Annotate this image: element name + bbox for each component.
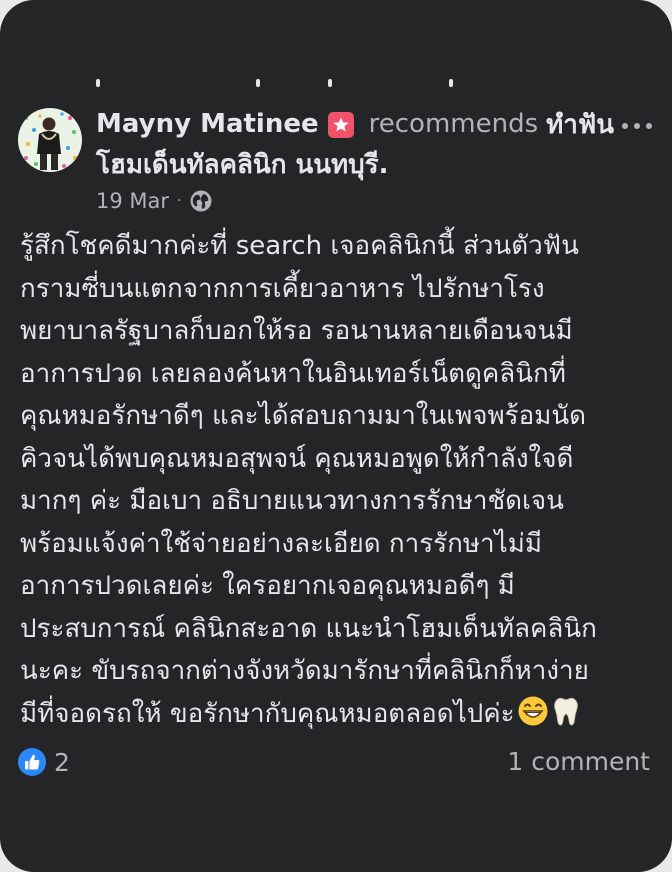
post-body-line-text: มีที่จอดรถให้ ขอรักษากับคุณหมอตลอดไปค่ะ: [20, 698, 515, 729]
post-meta: 19 Mar ·: [96, 186, 213, 216]
post-body-line: อาการปวด เลยลองค้นหาในอินเทอร์เน็ตดูคลิน…: [20, 353, 660, 396]
post-body-line: พร้อมแจ้งค่าใช้จ่ายอย่างละเอียด การรักษา…: [20, 523, 660, 566]
post-body-line-text: คุณหมอรักษาดีๆ และได้สอบถามมาในเพจพร้อมน…: [20, 401, 587, 431]
post-body-line-text: คิวจนได้พบคุณหมอสุพจน์ คุณหมอพูดให้กำลัง…: [20, 443, 574, 474]
star-badge-icon: [327, 112, 354, 138]
post-body-line: ประสบการณ์ คลินิกสะอาด แนะนำโฮมเด็นทัลคล…: [20, 608, 660, 651]
post-body-line-text: พยาบาลรัฐบาลก็บอกให้รอ รอนานหลายเดือนจนม…: [20, 316, 573, 346]
post-body-line: อาการปวดเลยค่ะ ใครอยากเจอคุณหมอดีๆ มี: [20, 565, 660, 608]
grinning-face-emoji: [517, 695, 549, 741]
post-body-line: พยาบาลรัฐบาลก็บอกให้รอ รอนานหลายเดือนจนม…: [20, 310, 660, 353]
post-body: รู้สึกโชคดีมากค่ะที่ search เจอคลินิกนี้…: [20, 225, 660, 735]
globe-icon[interactable]: [189, 189, 213, 213]
post-body-line: มีที่จอดรถให้ ขอรักษากับคุณหมอตลอดไปค่ะ: [20, 693, 660, 736]
post-body-line: รู้สึกโชคดีมากค่ะที่ search เจอคลินิกนี้…: [20, 225, 660, 268]
post-body-line-text: มากๆ ค่ะ มือเบา อธิบายแนวทางการรักษาชัดเ…: [20, 486, 564, 516]
action-text: recommends: [368, 109, 539, 139]
post-body-line-text: อาการปวดเลยค่ะ ใครอยากเจอคุณหมอดีๆ มี: [20, 571, 515, 601]
post-body-line-text: กรามซี่บนแตกจากการเคี้ยวอาหาร ไปรักษาโรง: [20, 273, 545, 304]
post-body-line: มากๆ ค่ะ มือเบา อธิบายแนวทางการรักษาชัดเ…: [20, 480, 660, 523]
reactions[interactable]: 2: [18, 745, 70, 779]
post-date[interactable]: 19 Mar: [96, 189, 169, 213]
author-name[interactable]: Mayny Matinee: [96, 109, 319, 139]
like-thumb-icon: [18, 748, 46, 776]
meta-separator: ·: [177, 193, 182, 209]
more-options-icon[interactable]: [622, 120, 652, 132]
post-card: Mayny Matinee recommends ทำฟัน โฮมเด็นทั…: [0, 0, 672, 872]
post-body-line-text: รู้สึกโชคดีมากค่ะที่ search เจอคลินิกนี้…: [20, 231, 579, 261]
post-body-line: กรามซี่บนแตกจากการเคี้ยวอาหาร ไปรักษาโรง: [20, 268, 660, 311]
post-body-line: นะคะ ขับรถจากต่างจังหวัดมารักษาที่คลินิก…: [20, 650, 660, 693]
post-body-line-text: นะคะ ขับรถจากต่างจังหวัดมารักษาที่คลินิก…: [20, 656, 589, 686]
comment-count-link[interactable]: 1 comment: [507, 745, 650, 779]
clipped-text-remnant: [96, 79, 456, 89]
like-count: 2: [54, 747, 70, 777]
page-name-link[interactable]: ทำฟัน: [546, 104, 614, 145]
post-body-line-text: ประสบการณ์ คลินิกสะอาด แนะนำโฮมเด็นทัลคล…: [20, 613, 597, 644]
page-name-link-continued[interactable]: โฮมเด็นทัลคลินิก นนทบุรี.: [96, 147, 389, 183]
post-body-line-text: พร้อมแจ้งค่าใช้จ่ายอย่างละเอียด การรักษา…: [20, 528, 542, 559]
post-body-line: คิวจนได้พบคุณหมอสุพจน์ คุณหมอพูดให้กำลัง…: [20, 438, 660, 481]
post-header: Mayny Matinee recommends ทำฟัน: [96, 106, 614, 142]
post-body-line: คุณหมอรักษาดีๆ และได้สอบถามมาในเพจพร้อมน…: [20, 395, 660, 438]
tooth-emoji: [551, 695, 581, 741]
post-body-line-text: อาการปวด เลยลองค้นหาในอินเทอร์เน็ตดูคลิน…: [20, 358, 566, 389]
avatar[interactable]: [18, 108, 82, 172]
